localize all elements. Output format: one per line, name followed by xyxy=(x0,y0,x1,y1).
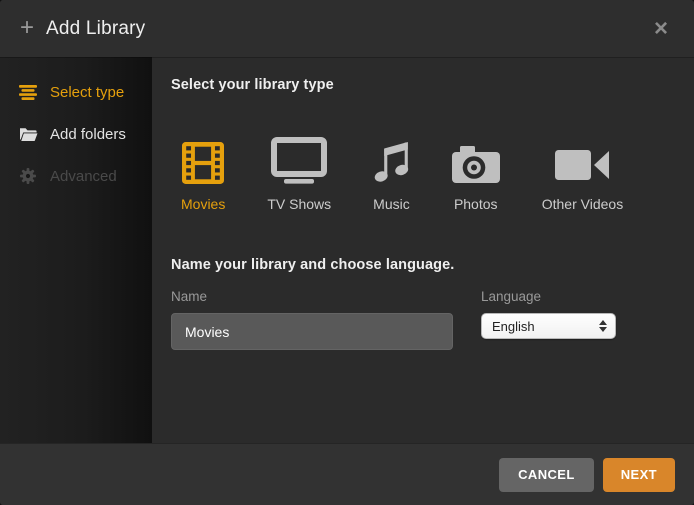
library-type-music[interactable]: Music xyxy=(373,136,410,212)
library-type-label: TV Shows xyxy=(267,196,331,212)
library-type-row: Movies TV Shows xyxy=(171,136,674,212)
dialog-header: + Add Library × xyxy=(0,0,694,57)
cancel-button[interactable]: CANCEL xyxy=(499,458,594,492)
gear-icon xyxy=(18,168,38,184)
sidebar: Select type Add folders xyxy=(0,57,152,443)
sidebar-item-label: Select type xyxy=(50,84,124,101)
language-field-group: Language English xyxy=(481,289,616,350)
dialog-title: Add Library xyxy=(46,18,145,40)
music-note-icon xyxy=(373,136,409,184)
sidebar-item-select-type[interactable]: Select type xyxy=(0,71,152,113)
plus-icon: + xyxy=(20,16,34,40)
sidebar-item-add-folders[interactable]: Add folders xyxy=(0,113,152,155)
library-type-photos[interactable]: Photos xyxy=(452,136,500,212)
sidebar-item-label: Advanced xyxy=(50,168,117,185)
library-type-tv-shows[interactable]: TV Shows xyxy=(267,136,331,212)
main-content: Select your library type xyxy=(152,57,694,443)
select-type-heading: Select your library type xyxy=(171,77,674,93)
tv-icon xyxy=(271,136,327,184)
language-field-label: Language xyxy=(481,289,616,304)
sidebar-item-advanced[interactable]: Advanced xyxy=(0,155,152,197)
library-type-other-videos[interactable]: Other Videos xyxy=(542,136,623,212)
sidebar-item-label: Add folders xyxy=(50,126,126,143)
library-type-label: Music xyxy=(373,196,410,212)
library-name-input[interactable] xyxy=(171,313,453,350)
dialog-footer: CANCEL NEXT xyxy=(0,443,694,505)
library-type-label: Movies xyxy=(181,196,225,212)
video-camera-icon xyxy=(555,136,609,184)
form-row: Name Language English xyxy=(171,289,674,350)
folder-open-icon xyxy=(18,127,38,141)
name-language-heading: Name your library and choose language. xyxy=(171,257,674,273)
name-field-group: Name xyxy=(171,289,453,350)
camera-icon xyxy=(452,136,500,184)
language-select[interactable]: English xyxy=(481,313,616,339)
close-icon[interactable]: × xyxy=(654,17,668,41)
library-type-movies[interactable]: Movies xyxy=(181,136,225,212)
select-stepper-icon xyxy=(599,320,607,332)
name-field-label: Name xyxy=(171,289,453,304)
add-library-dialog: + Add Library × Select type xyxy=(0,0,694,505)
language-selected-value: English xyxy=(492,319,599,334)
next-button[interactable]: NEXT xyxy=(603,458,675,492)
library-type-label: Other Videos xyxy=(542,196,623,212)
list-lines-icon xyxy=(18,85,38,100)
film-strip-icon xyxy=(182,136,224,184)
library-type-label: Photos xyxy=(454,196,498,212)
dialog-body: Select type Add folders xyxy=(0,57,694,443)
